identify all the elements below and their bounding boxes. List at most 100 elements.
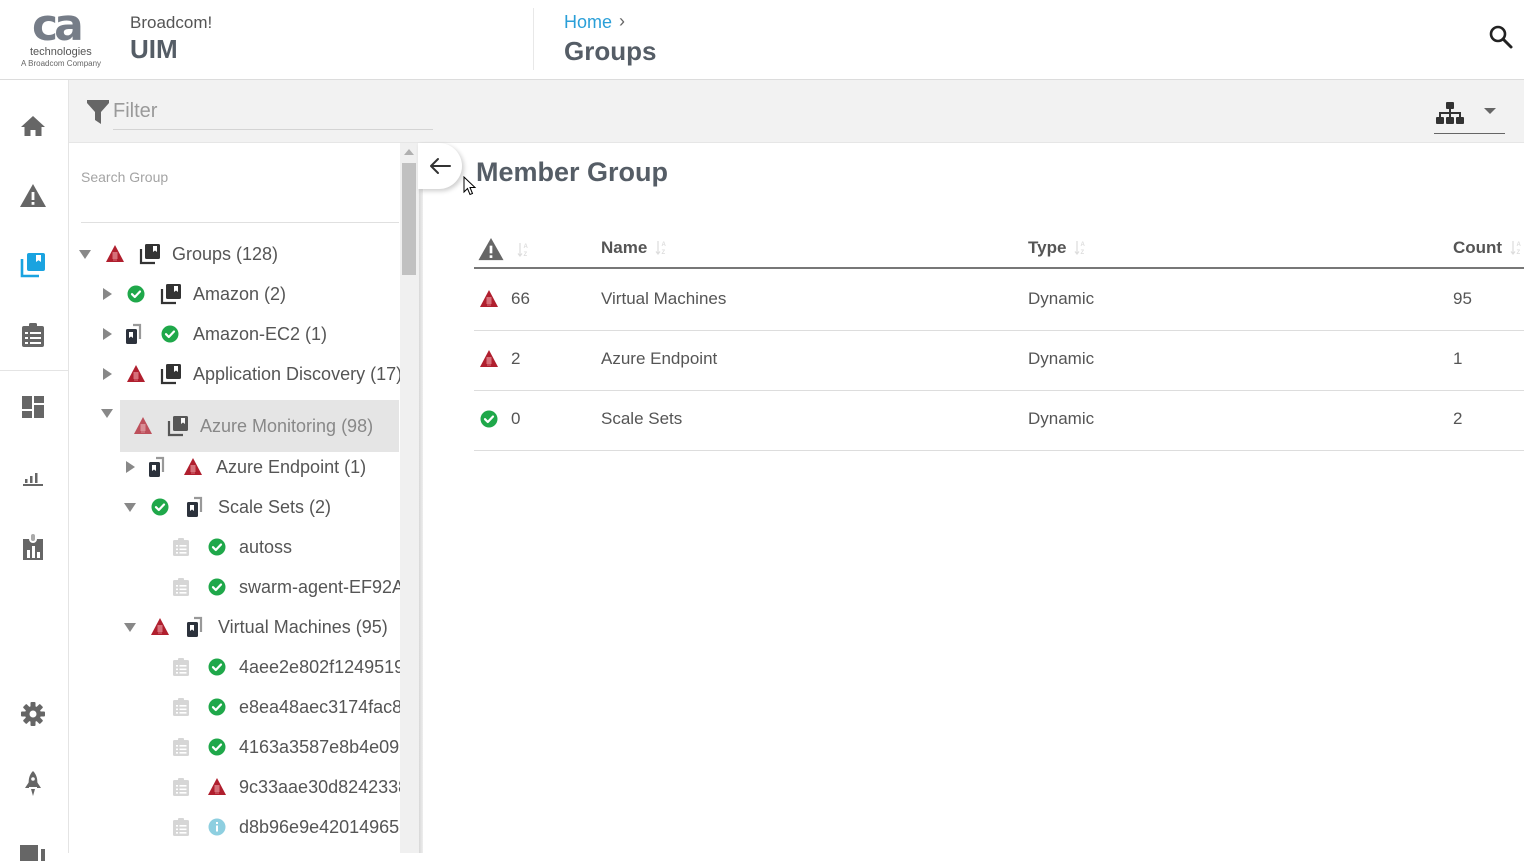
tree-node-device[interactable]: 4163a3587e8b4e09a <box>171 727 409 767</box>
collapse-toggle-icon[interactable] <box>101 409 113 418</box>
hierarchy-icon <box>1436 102 1464 124</box>
critical-alarm-icon <box>479 289 499 309</box>
tree-node-label: 4163a3587e8b4e09a <box>239 736 410 757</box>
member-group-title: Member Group <box>476 157 669 187</box>
tree-node-amazon[interactable]: Amazon (2) <box>103 274 286 314</box>
collapse-toggle-icon[interactable] <box>79 249 91 259</box>
device-icon <box>171 777 191 797</box>
tree-node-label: Application Discovery (17) <box>193 363 403 384</box>
nav-inventory[interactable] <box>18 320 48 350</box>
expand-toggle-icon[interactable] <box>103 288 112 300</box>
name-cell[interactable]: Scale Sets <box>601 409 682 429</box>
arrow-left-icon <box>430 158 451 174</box>
critical-alarm-icon <box>479 349 499 369</box>
group-tree-panel: Groups (128) Amazon (2) Amazon-EC2 (1) A… <box>69 143 419 853</box>
sort-icon[interactable] <box>1510 239 1522 257</box>
device-icon <box>171 697 191 717</box>
sort-icon[interactable] <box>1074 239 1086 257</box>
expand-toggle-icon[interactable] <box>126 461 135 473</box>
app-header: ca technologies A Broadcom Company Broad… <box>0 0 1524 80</box>
ok-status-icon <box>207 657 227 677</box>
breadcrumb-home-link[interactable]: Home <box>564 12 612 33</box>
name-cell[interactable]: Azure Endpoint <box>601 349 717 369</box>
nav-dashboards[interactable] <box>18 392 48 422</box>
type-cell: Dynamic <box>1028 349 1095 368</box>
device-icon <box>171 817 191 837</box>
tree-node-label: 4aee2e802f12495198 <box>239 656 415 677</box>
critical-alarm-icon <box>183 457 203 477</box>
sort-icon[interactable] <box>517 241 529 259</box>
alarm-cell: 2 <box>479 349 520 369</box>
collapse-tree-button[interactable] <box>418 143 462 189</box>
tree-scrollbar[interactable] <box>400 143 419 853</box>
table-row[interactable]: 66 Virtual Machines Dynamic 95 <box>474 271 1524 331</box>
count-cell: 1 <box>1453 349 1463 368</box>
tree-node-application-discovery[interactable]: Application Discovery (17) <box>103 354 402 394</box>
left-navigation <box>0 80 69 861</box>
critical-alarm-icon <box>105 244 125 264</box>
device-icon <box>171 577 191 597</box>
nav-divider <box>0 370 68 371</box>
search-icon <box>1489 25 1513 49</box>
panel-resize-divider[interactable] <box>419 143 423 853</box>
column-header-alarm[interactable] <box>477 237 529 262</box>
ok-status-icon <box>150 497 170 517</box>
nav-getting-started[interactable] <box>18 769 48 799</box>
nav-reports[interactable] <box>18 462 48 492</box>
tree-node-device[interactable]: d8b96e9e42014965a <box>171 807 409 847</box>
expand-toggle-icon[interactable] <box>103 368 112 380</box>
ca-technologies-logo[interactable]: ca technologies A Broadcom Company <box>18 0 108 72</box>
tree-node-scale-sets[interactable]: Scale Sets (2) <box>124 487 331 527</box>
column-header-type[interactable]: Type <box>1028 238 1086 258</box>
count-cell: 2 <box>1453 409 1463 428</box>
view-mode-dropdown[interactable] <box>1434 94 1505 134</box>
dynamic-group-icon <box>184 496 206 518</box>
nav-groups[interactable] <box>18 250 48 280</box>
clipboard-list-icon <box>22 323 44 347</box>
type-cell: Dynamic <box>1028 289 1095 308</box>
tree-node-device[interactable]: swarm-agent-EF92AE <box>171 567 416 607</box>
sort-icon[interactable] <box>655 239 667 257</box>
tree-node-groups[interactable]: Groups (128) <box>79 234 278 274</box>
tree-node-device[interactable]: 4aee2e802f12495198 <box>171 647 414 687</box>
critical-alarm-icon <box>126 364 146 384</box>
nav-more[interactable] <box>18 836 48 866</box>
nav-slm[interactable] <box>18 532 48 562</box>
table-row[interactable]: 2 Azure Endpoint Dynamic 1 <box>474 331 1524 391</box>
brand-title: UIM <box>130 34 178 64</box>
column-header-count[interactable]: Count <box>1453 238 1522 258</box>
tree-node-azure-monitoring[interactable]: Azure Monitoring (98) <box>120 400 399 452</box>
tree-node-device[interactable]: e8ea48aec3174fac8b <box>171 687 412 727</box>
nav-settings[interactable] <box>18 699 48 729</box>
tree-node-amazon-ec2[interactable]: Amazon-EC2 (1) <box>103 314 327 354</box>
collapse-toggle-icon[interactable] <box>124 502 136 512</box>
dynamic-group-icon <box>123 323 145 345</box>
chevron-down-icon <box>1484 108 1496 114</box>
table-row[interactable]: 0 Scale Sets Dynamic 2 <box>474 391 1524 451</box>
device-icon <box>171 537 191 557</box>
nav-alarms[interactable] <box>18 181 48 211</box>
scrollbar-thumb[interactable] <box>402 163 416 275</box>
ok-status-icon <box>207 537 227 557</box>
tree-node-device[interactable]: autoss <box>171 527 292 567</box>
critical-alarm-icon <box>150 617 170 637</box>
logo-line2: A Broadcom Company <box>21 59 102 68</box>
scroll-up-arrow-icon[interactable] <box>404 149 414 155</box>
tree-node-device[interactable]: 9c33aae30d82423388 <box>171 767 418 807</box>
tree-node-label: 9c33aae30d82423388 <box>239 776 419 797</box>
tree-node-label: Scale Sets (2) <box>218 496 332 517</box>
device-icon <box>171 737 191 757</box>
column-header-name[interactable]: Name <box>601 238 667 258</box>
gear-icon <box>21 702 45 726</box>
tree-node-virtual-machines[interactable]: Virtual Machines (95) <box>124 607 388 647</box>
nav-home[interactable] <box>18 111 48 141</box>
expand-toggle-icon[interactable] <box>103 328 112 340</box>
tree-node-azure-endpoint[interactable]: Azure Endpoint (1) <box>126 447 366 487</box>
column-label: Count <box>1453 238 1503 257</box>
search-group-input[interactable] <box>81 161 399 223</box>
filter-input[interactable] <box>113 94 433 130</box>
collapse-toggle-icon[interactable] <box>124 622 136 632</box>
dynamic-group-icon <box>146 456 168 478</box>
name-cell[interactable]: Virtual Machines <box>601 289 726 309</box>
search-button[interactable] <box>1488 24 1516 52</box>
